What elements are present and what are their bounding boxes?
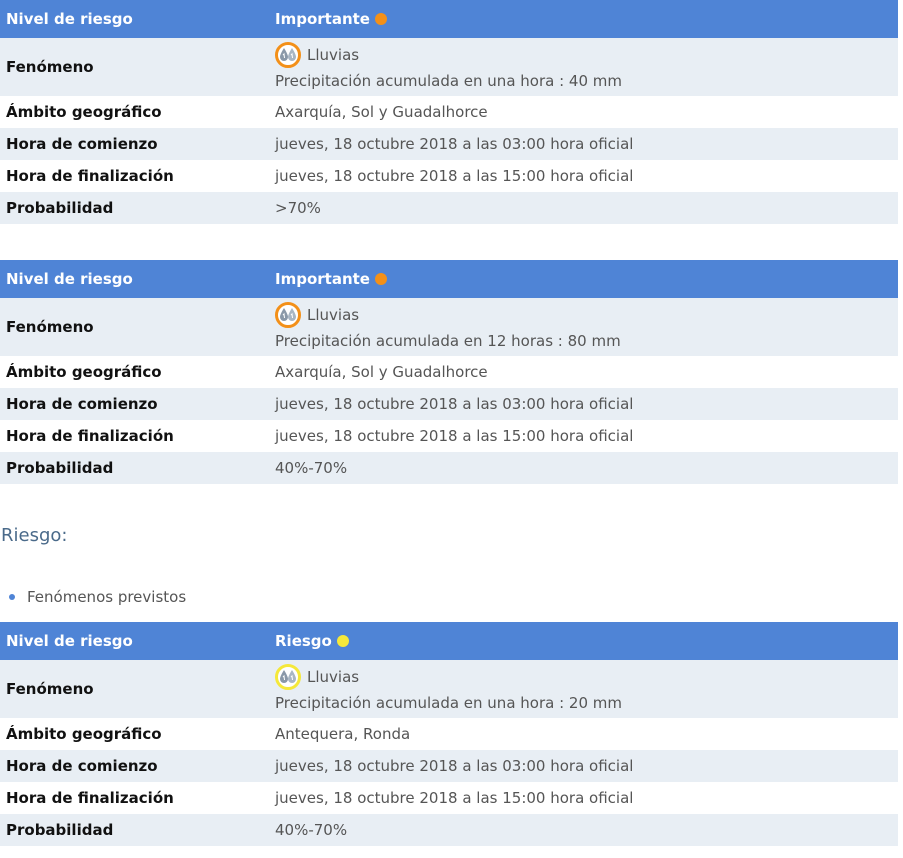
level-value: Importante [275, 10, 370, 28]
end-label: Hora de finalización [0, 420, 269, 452]
start-value: jueves, 18 octubre 2018 a las 03:00 hora… [269, 388, 898, 420]
level-value-cell: Importante [269, 0, 898, 38]
probability-value: 40%-70% [269, 452, 898, 484]
phenomenon-cell: Lluvias Precipitación acumulada en una h… [269, 38, 898, 96]
phenomenon-label: Fenómeno [0, 38, 269, 96]
phenomenon-label: Fenómeno [0, 660, 269, 718]
warning-header-row: Nivel de riesgo Importante [0, 260, 898, 298]
area-value: Axarquía, Sol y Guadalhorce [269, 356, 898, 388]
start-value: jueves, 18 octubre 2018 a las 03:00 hora… [269, 750, 898, 782]
end-row: Hora de finalización jueves, 18 octubre … [0, 782, 898, 814]
end-label: Hora de finalización [0, 160, 269, 192]
phenomenon-row: Fenómeno Lluvias Precipitación acumulada… [0, 660, 898, 718]
end-value: jueves, 18 octubre 2018 a las 15:00 hora… [269, 160, 898, 192]
phenomenon-detail: Precipitación acumulada en una hora : 40… [275, 72, 622, 90]
start-label: Hora de comienzo [0, 128, 269, 160]
probability-row: Probabilidad 40%-70% [0, 452, 898, 484]
end-row: Hora de finalización jueves, 18 octubre … [0, 420, 898, 452]
phenomenon-name: Lluvias [307, 668, 360, 686]
rain-drops-icon [275, 302, 301, 328]
level-dot-icon [374, 13, 387, 25]
area-row: Ámbito geográfico Antequera, Ronda [0, 718, 898, 750]
level-dot-icon [374, 273, 387, 285]
warning-table-2: Nivel de riesgo Importante Fenómeno Lluv… [0, 260, 898, 484]
forecast-list: Fenómenos previstos [0, 586, 186, 608]
start-row: Hora de comienzo jueves, 18 octubre 2018… [0, 388, 898, 420]
area-label: Ámbito geográfico [0, 356, 269, 388]
phenomenon-cell: Lluvias Precipitación acumulada en 12 ho… [269, 298, 898, 356]
list-item-label: Fenómenos previstos [27, 588, 187, 606]
warning-header-row: Nivel de riesgo Riesgo [0, 622, 898, 660]
phenomenon-detail: Precipitación acumulada en una hora : 20… [275, 694, 622, 712]
probability-label: Probabilidad [0, 814, 269, 846]
phenomenon-detail: Precipitación acumulada en 12 horas : 80… [275, 332, 621, 350]
level-value-cell: Riesgo [269, 622, 898, 660]
start-value: jueves, 18 octubre 2018 a las 03:00 hora… [269, 128, 898, 160]
phenomenon-name: Lluvias [307, 306, 360, 324]
level-dot-icon [336, 635, 349, 647]
probability-row: Probabilidad >70% [0, 192, 898, 224]
level-label: Nivel de riesgo [0, 622, 269, 660]
end-value: jueves, 18 octubre 2018 a las 15:00 hora… [269, 782, 898, 814]
list-item[interactable]: Fenómenos previstos [0, 586, 186, 608]
phenomenon-row: Fenómeno Lluvias Precipitación acumulada… [0, 38, 898, 96]
area-value: Axarquía, Sol y Guadalhorce [269, 96, 898, 128]
end-value: jueves, 18 octubre 2018 a las 15:00 hora… [269, 420, 898, 452]
phenomenon-row: Fenómeno Lluvias Precipitación acumulada… [0, 298, 898, 356]
level-value: Riesgo [275, 632, 332, 650]
start-row: Hora de comienzo jueves, 18 octubre 2018… [0, 128, 898, 160]
probability-value: 40%-70% [269, 814, 898, 846]
start-label: Hora de comienzo [0, 388, 269, 420]
probability-label: Probabilidad [0, 452, 269, 484]
section-heading: Riesgo: [1, 525, 68, 546]
warning-header-row: Nivel de riesgo Importante [0, 0, 898, 38]
bullet-icon [9, 594, 15, 600]
end-label: Hora de finalización [0, 782, 269, 814]
area-value: Antequera, Ronda [269, 718, 898, 750]
warning-table-1: Nivel de riesgo Importante Fenómeno Lluv… [0, 0, 898, 224]
level-value: Importante [275, 270, 370, 288]
start-row: Hora de comienzo jueves, 18 octubre 2018… [0, 750, 898, 782]
phenomenon-label: Fenómeno [0, 298, 269, 356]
level-label: Nivel de riesgo [0, 260, 269, 298]
area-label: Ámbito geográfico [0, 96, 269, 128]
start-label: Hora de comienzo [0, 750, 269, 782]
rain-drops-icon [275, 42, 301, 68]
level-label: Nivel de riesgo [0, 0, 269, 38]
phenomenon-name: Lluvias [307, 46, 360, 64]
level-value-cell: Importante [269, 260, 898, 298]
warning-table-3: Nivel de riesgo Riesgo Fenómeno Lluvias [0, 622, 898, 846]
probability-value: >70% [269, 192, 898, 224]
area-row: Ámbito geográfico Axarquía, Sol y Guadal… [0, 96, 898, 128]
area-row: Ámbito geográfico Axarquía, Sol y Guadal… [0, 356, 898, 388]
phenomenon-cell: Lluvias Precipitación acumulada en una h… [269, 660, 898, 718]
end-row: Hora de finalización jueves, 18 octubre … [0, 160, 898, 192]
probability-label: Probabilidad [0, 192, 269, 224]
area-label: Ámbito geográfico [0, 718, 269, 750]
probability-row: Probabilidad 40%-70% [0, 814, 898, 846]
rain-drops-icon [275, 664, 301, 690]
